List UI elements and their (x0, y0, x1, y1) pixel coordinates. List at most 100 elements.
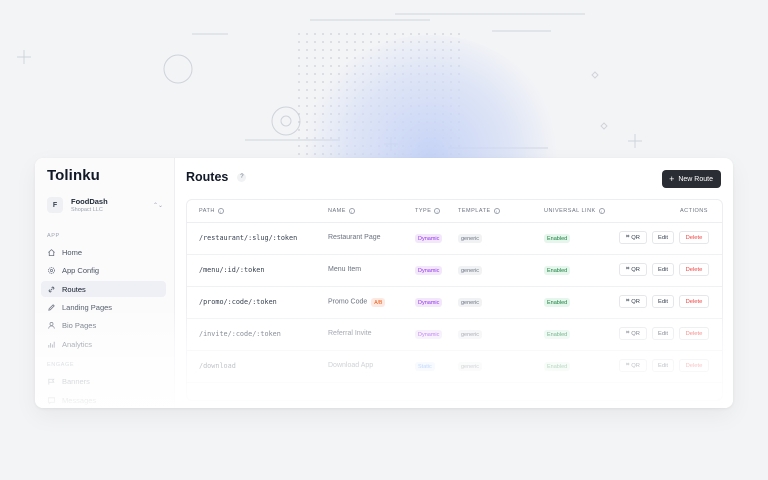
qr-icon: ⌗ (626, 330, 630, 336)
delete-button[interactable]: Delete (679, 359, 709, 372)
template-badge: generic (458, 362, 483, 371)
template-badge: generic (458, 234, 483, 243)
status-badge: Enabled (544, 298, 571, 307)
column-header-type[interactable]: TYPE i (415, 208, 441, 214)
org-switcher[interactable]: F FoodDash Shopact LLC ⌃⌄ (43, 192, 167, 218)
main-content: Routes ? + New Route PATH i NAME i TYPE i T… (175, 158, 733, 408)
type-badge: Dynamic (415, 298, 443, 307)
chevron-updown-icon: ⌃⌄ (152, 202, 163, 209)
status-badge: Enabled (544, 330, 571, 339)
edit-button[interactable]: Edit (652, 327, 674, 340)
route-path: /promo/:code/:token (199, 298, 277, 306)
info-icon: i (434, 208, 441, 214)
qr-button[interactable]: ⌗ QR (619, 231, 647, 244)
routes-table: PATH i NAME i TYPE i TEMPLATE i UNIVERSAL LI… (186, 199, 723, 401)
sidebar-item-label: Home (62, 247, 83, 257)
route-path: /restaurant/:slug/:token (199, 234, 298, 242)
table-header: PATH i NAME i TYPE i TEMPLATE i UNIVERSAL LI… (187, 200, 722, 223)
route-name: Referral Invite (328, 330, 372, 337)
route-name: Promo Code (328, 298, 368, 306)
route-name: Menu Item (328, 266, 362, 273)
type-badge: Static (415, 362, 435, 371)
new-route-button[interactable]: + New Route (662, 170, 721, 188)
qr-icon: ⌗ (626, 234, 630, 240)
qr-icon: ⌗ (626, 298, 630, 304)
table-row[interactable]: /restaurant/:slug/:token Restaurant Page… (187, 223, 722, 255)
column-header-actions: ACTIONS (680, 208, 708, 214)
route-path: /download (199, 362, 236, 370)
template-badge: generic (458, 330, 483, 339)
org-subtitle: Shopact LLC (71, 207, 103, 213)
sidebar-item-label: Bio Pages (62, 320, 97, 330)
help-icon[interactable]: ? (237, 172, 247, 182)
delete-button[interactable]: Delete (679, 231, 709, 244)
sidebar-item-banners[interactable]: Banners (41, 373, 166, 389)
edit-button[interactable]: Edit (652, 359, 674, 372)
gear-icon (47, 266, 56, 275)
type-badge: Dynamic (415, 234, 443, 243)
banner-icon (47, 377, 56, 386)
table-row[interactable]: /download Download App Static generic En… (187, 351, 722, 383)
type-badge: Dynamic (415, 266, 443, 275)
column-header-template[interactable]: TEMPLATE i (458, 208, 500, 214)
app-window: Tolinku F FoodDash Shopact LLC ⌃⌄ APP Ho… (35, 158, 733, 408)
qr-icon: ⌗ (626, 266, 630, 272)
table-row[interactable]: /menu/:id/:token Menu Item Dynamic gener… (187, 255, 722, 287)
sidebar-item-label: Messages (62, 395, 97, 405)
plus-icon: + (669, 173, 675, 184)
section-label-app: APP (47, 233, 60, 239)
template-badge: generic (458, 298, 483, 307)
pen-icon (47, 303, 56, 312)
column-header-universal-link[interactable]: UNIVERSAL LINK i (544, 208, 605, 214)
delete-button[interactable]: Delete (679, 295, 709, 308)
sidebar-item-home[interactable]: Home (41, 244, 166, 260)
delete-button[interactable]: Delete (679, 263, 709, 276)
info-icon: i (348, 208, 355, 214)
user-icon (47, 321, 56, 330)
chart-icon (47, 340, 56, 349)
sidebar-item-label: Banners (62, 376, 90, 386)
info-icon: i (598, 208, 605, 214)
column-header-name[interactable]: NAME i (328, 208, 355, 214)
ab-test-badge: A/B (371, 298, 386, 307)
sidebar-item-label: Landing Pages (62, 302, 113, 312)
edit-button[interactable]: Edit (652, 263, 674, 276)
status-badge: Enabled (544, 362, 571, 371)
table-row[interactable]: /promo/:code/:token Promo Code A/B Dynami… (187, 287, 722, 319)
template-badge: generic (458, 266, 483, 275)
message-icon (47, 396, 56, 405)
sidebar-item-messages[interactable]: Messages (41, 392, 166, 408)
app-logo: Tolinku (47, 167, 100, 184)
sidebar-item-bio-pages[interactable]: Bio Pages (41, 317, 166, 333)
sidebar-item-app-config[interactable]: App Config (41, 262, 166, 278)
edit-button[interactable]: Edit (652, 231, 674, 244)
route-path: /invite/:code/:token (199, 330, 281, 338)
edit-button[interactable]: Edit (652, 295, 674, 308)
route-name: Download App (328, 362, 374, 369)
org-avatar: F (47, 197, 63, 213)
delete-button[interactable]: Delete (679, 327, 709, 340)
status-badge: Enabled (544, 234, 571, 243)
link-icon (47, 285, 56, 294)
qr-button[interactable]: ⌗ QR (619, 295, 647, 308)
section-label-engage: ENGAGE (47, 362, 75, 368)
table-row[interactable]: /invite/:code/:token Referral Invite Dyn… (187, 319, 722, 351)
sidebar-item-label: App Config (62, 265, 100, 275)
sidebar-item-landing-pages[interactable]: Landing Pages (41, 299, 166, 315)
qr-button[interactable]: ⌗ QR (619, 359, 647, 372)
info-icon: i (217, 208, 224, 214)
sidebar: Tolinku F FoodDash Shopact LLC ⌃⌄ APP Ho… (35, 158, 175, 408)
type-badge: Dynamic (415, 330, 443, 339)
qr-button[interactable]: ⌗ QR (619, 327, 647, 340)
sidebar-item-routes[interactable]: Routes (41, 281, 166, 297)
new-route-label: New Route (678, 175, 713, 183)
column-header-path[interactable]: PATH i (199, 208, 224, 214)
qr-button[interactable]: ⌗ QR (619, 263, 647, 276)
qr-icon: ⌗ (626, 362, 630, 368)
sidebar-item-analytics[interactable]: Analytics (41, 336, 166, 352)
status-badge: Enabled (544, 266, 571, 275)
page-title: Routes (186, 170, 229, 184)
route-name: Restaurant Page (328, 234, 381, 241)
sidebar-item-label: Routes (62, 284, 86, 294)
info-icon: i (493, 208, 500, 214)
